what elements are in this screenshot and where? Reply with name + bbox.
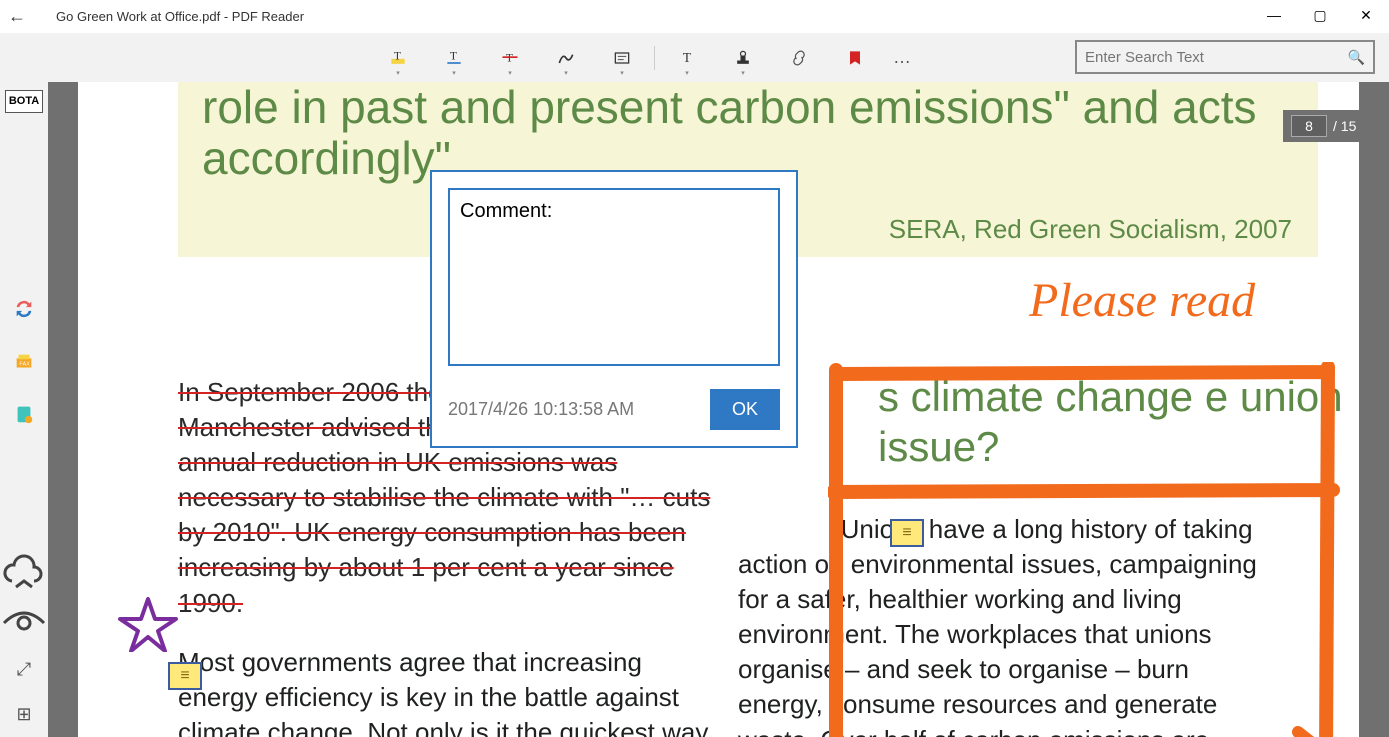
highlight-tool[interactable]: T▾ [370, 36, 426, 80]
current-page-input[interactable]: 8 [1291, 115, 1327, 137]
ink-star [118, 597, 178, 652]
strikeout-tool[interactable]: T▾ [482, 36, 538, 80]
svg-text:T: T [683, 50, 691, 65]
eye-tool[interactable] [0, 599, 48, 647]
fax-tool[interactable]: FAX [0, 335, 48, 388]
quote-attribution: SERA, Red Green Socialism, 2007 [889, 214, 1292, 245]
window-title: Go Green Work at Office.pdf - PDF Reader [56, 9, 304, 24]
minimize-button[interactable]: — [1251, 0, 1297, 30]
right-column: Unions hUnions have a long history of ta… [738, 512, 1278, 737]
svg-text:Please read: Please read [1028, 274, 1256, 327]
cloud-tool[interactable] [0, 551, 48, 599]
section-heading: s climate change e union issue? [878, 372, 1359, 473]
svg-text:T: T [450, 49, 457, 62]
search-box[interactable]: 🔍 [1075, 40, 1375, 74]
sticky-note-icon[interactable] [168, 662, 202, 690]
toolbar: T▾ T▾ T▾ ▾ ▾ T▾ ▾ … 🔍 [0, 33, 1389, 82]
comment-dialog: 2017/4/26 10:13:58 AM OK [430, 170, 798, 448]
left-sidebar: BOTA FAX ⤢ ⊞ [0, 82, 48, 737]
ink-please-read: Please read [1029, 266, 1299, 336]
rotate-tool[interactable] [0, 283, 48, 336]
stamp-tool[interactable]: ▾ [715, 36, 771, 80]
sticky-note-icon[interactable] [890, 519, 924, 547]
ok-button[interactable]: OK [710, 389, 780, 430]
quote-text: role in past and present carbon emission… [202, 82, 1294, 183]
link-tool[interactable] [771, 36, 827, 80]
freetext-tool[interactable]: ▾ [594, 36, 650, 80]
grid-tool[interactable]: ⊞ [0, 692, 48, 737]
page-indicator: 8 / 15 [1283, 110, 1389, 142]
more-button[interactable]: … [883, 47, 923, 68]
svg-text:T: T [394, 49, 401, 62]
expand-tool[interactable]: ⤢ [0, 647, 48, 692]
bookmark-tool[interactable] [827, 36, 883, 80]
back-button[interactable]: ← [8, 6, 36, 27]
text-tool[interactable]: T▾ [659, 36, 715, 80]
total-pages: / 15 [1333, 118, 1356, 134]
close-button[interactable]: ✕ [1343, 0, 1389, 30]
comment-timestamp: 2017/4/26 10:13:58 AM [448, 399, 634, 420]
search-input[interactable] [1085, 49, 1348, 66]
left-paragraph: Most governments agree that increasing e… [178, 647, 708, 737]
ink-tool[interactable]: ▾ [538, 36, 594, 80]
search-icon[interactable]: 🔍 [1348, 49, 1365, 66]
bota-button[interactable]: BOTA [5, 90, 43, 113]
svg-text:FAX: FAX [19, 361, 30, 367]
comment-textarea[interactable] [448, 188, 780, 366]
underline-tool[interactable]: T▾ [426, 36, 482, 80]
right-paragraph: Unions have a long history of taking act… [738, 514, 1257, 737]
clipboard-tool[interactable] [0, 388, 48, 441]
maximize-button[interactable]: ▢ [1297, 0, 1343, 30]
